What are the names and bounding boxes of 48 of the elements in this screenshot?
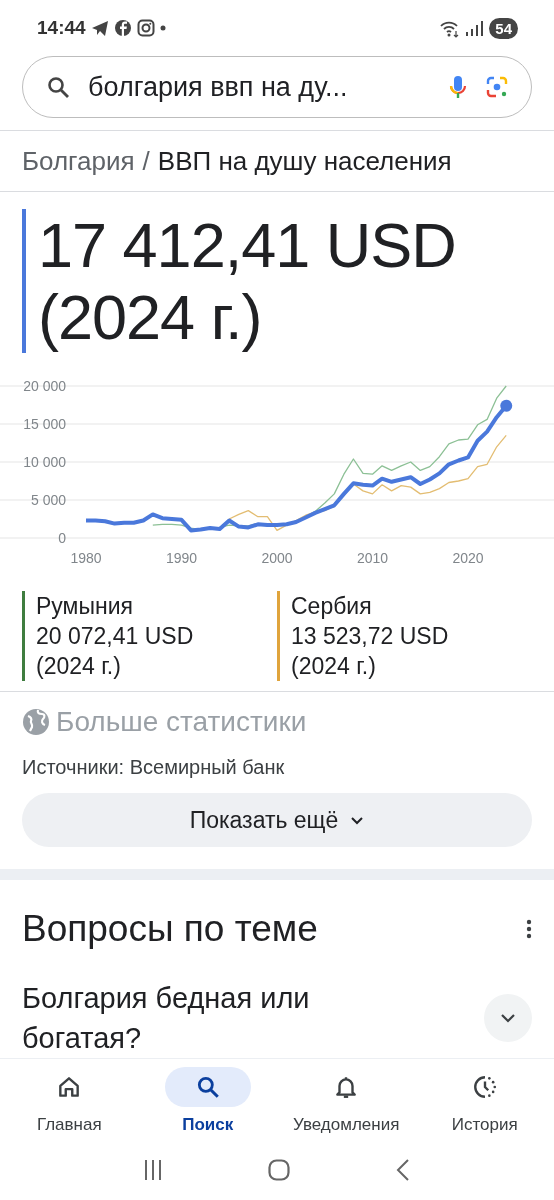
y-axis-label: 5 000 bbox=[30, 492, 66, 508]
signal-icon bbox=[465, 19, 485, 37]
home-button-icon[interactable] bbox=[268, 1159, 290, 1181]
country-name: Румыния bbox=[36, 592, 134, 621]
country-period: (2024 г.) bbox=[36, 652, 122, 681]
sources-text: Источники: Всемирный банк bbox=[22, 756, 286, 779]
x-axis-label: 2020 bbox=[452, 550, 484, 566]
globe-icon bbox=[22, 708, 50, 736]
y-axis-label: 10 000 bbox=[23, 454, 66, 470]
notification-dot-icon bbox=[159, 25, 166, 31]
y-axis-label: 20 000 bbox=[23, 378, 66, 394]
nav-tab[interactable]: Главная bbox=[0, 1067, 139, 1142]
y-axis-label: 0 bbox=[58, 530, 66, 546]
show-more-button[interactable]: Показать ещё bbox=[22, 793, 532, 847]
nav-tab[interactable]: Уведомления bbox=[277, 1067, 416, 1142]
x-axis-label: 1980 bbox=[70, 550, 102, 566]
camera-lens-icon[interactable] bbox=[485, 75, 509, 99]
section-heading: Вопросы по теме bbox=[22, 908, 318, 950]
clock-icon bbox=[471, 1074, 498, 1100]
country-value: 20 072,41 USD bbox=[36, 622, 195, 651]
nav-tab[interactable]: Поиск bbox=[138, 1067, 277, 1142]
headline-period: (2024 г.) bbox=[38, 281, 263, 353]
x-axis-label: 2010 bbox=[356, 550, 389, 566]
chevron-down-icon bbox=[500, 1012, 516, 1024]
more-options-icon[interactable] bbox=[526, 919, 532, 939]
x-axis-label: 2000 bbox=[261, 550, 293, 566]
question-text[interactable]: Болгария бедная или богатая? bbox=[22, 978, 402, 1058]
end-point-marker bbox=[500, 399, 513, 412]
instagram-icon bbox=[136, 19, 155, 37]
x-axis-label: 1990 bbox=[165, 550, 198, 566]
nav-tab[interactable]: История bbox=[415, 1067, 554, 1142]
y-axis-label: 15 000 bbox=[23, 416, 66, 432]
paper-plane-icon bbox=[90, 19, 109, 37]
battery-level: 54 bbox=[489, 17, 518, 39]
facebook-icon bbox=[113, 19, 132, 37]
breadcrumb-current: ВВП на душу населения bbox=[157, 145, 452, 177]
clock: 14:44 bbox=[37, 17, 86, 39]
headline-value: 17 412,41 USD bbox=[38, 209, 457, 281]
microphone-icon[interactable] bbox=[449, 75, 467, 99]
country-period: (2024 г.) bbox=[291, 652, 377, 681]
recent-apps-icon[interactable] bbox=[142, 1159, 163, 1181]
country-name: Сербия bbox=[291, 592, 373, 621]
chevron-down-icon bbox=[350, 814, 365, 826]
search-icon bbox=[47, 75, 70, 99]
breadcrumb-separator: / bbox=[142, 145, 150, 177]
back-icon[interactable] bbox=[395, 1159, 412, 1181]
breadcrumb-link[interactable]: Болгария bbox=[22, 145, 135, 177]
country-value: 13 523,72 USD bbox=[291, 622, 450, 651]
